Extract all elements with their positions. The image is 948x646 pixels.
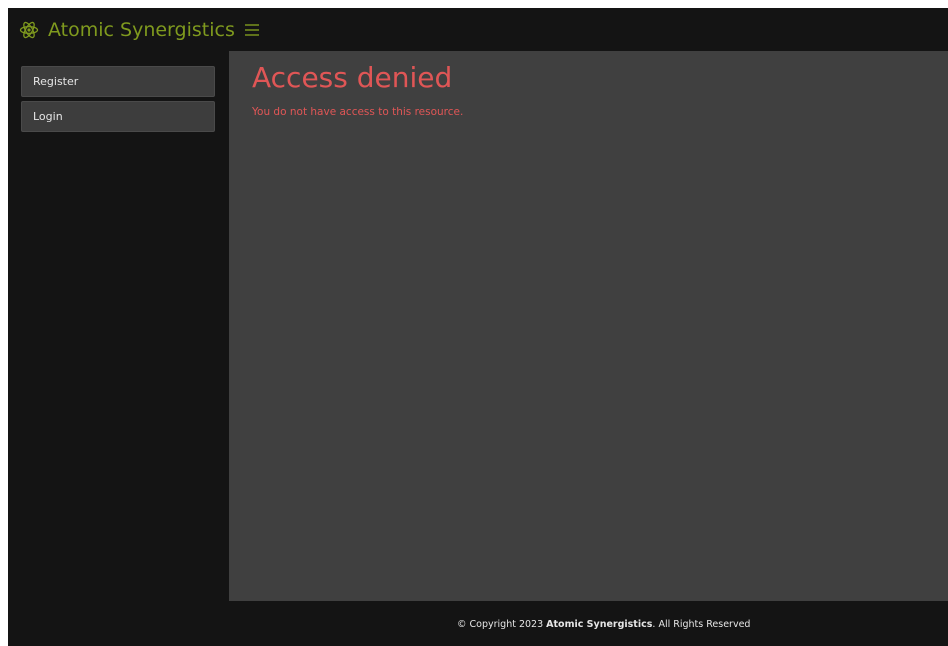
hamburger-menu-icon[interactable]	[243, 21, 261, 39]
main-content: Access denied You do not have access to …	[229, 51, 948, 601]
atom-icon	[19, 20, 39, 40]
copyright-text: © Copyright 2023 Atomic Synergistics. Al…	[457, 619, 750, 630]
app-window: Atomic Synergistics Register Login Acces…	[8, 8, 948, 646]
page-title: Access denied	[252, 61, 453, 94]
copyright-prefix: © Copyright 2023	[457, 619, 547, 630]
sidebar-item-label: Register	[33, 75, 79, 88]
sidebar-item-label: Login	[33, 110, 63, 123]
footer: © Copyright 2023 Atomic Synergistics. Al…	[8, 601, 948, 646]
copyright-suffix: . All Rights Reserved	[652, 619, 751, 630]
top-navbar: Atomic Synergistics	[8, 8, 948, 51]
brand-title: Atomic Synergistics	[48, 18, 235, 41]
sidebar-item-register[interactable]: Register	[21, 66, 215, 97]
sidebar-item-login[interactable]: Login	[21, 101, 215, 132]
copyright-company: Atomic Synergistics	[546, 619, 653, 630]
brand[interactable]: Atomic Synergistics	[19, 8, 235, 51]
sidebar: Register Login	[8, 51, 229, 601]
error-message: You do not have access to this resource.	[252, 106, 464, 118]
